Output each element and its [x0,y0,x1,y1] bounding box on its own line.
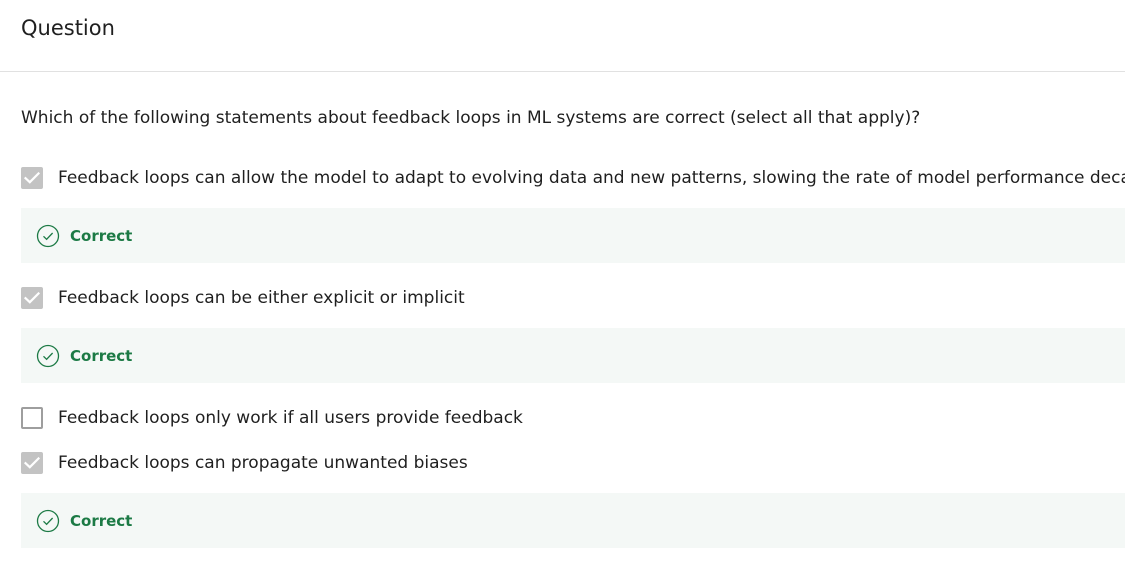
check-circle-icon [36,224,60,248]
check-icon [24,292,40,304]
option-3-label: Feedback loops only work if all users pr… [58,408,523,428]
option-2-label: Feedback loops can be either explicit or… [58,288,465,308]
feedback-option-1: Correct [21,208,1125,263]
feedback-text: Correct [70,226,133,245]
feedback-option-4: Correct [21,493,1125,548]
option-3[interactable]: Feedback loops only work if all users pr… [21,405,523,431]
feedback-text: Correct [70,346,133,365]
checkbox-option-2[interactable] [21,287,43,309]
page-title: Question [21,16,115,40]
feedback-option-2: Correct [21,328,1125,383]
check-icon [24,457,40,469]
checkbox-option-1[interactable] [21,167,43,189]
check-circle-icon [36,509,60,533]
option-1-label: Feedback loops can allow the model to ad… [58,168,1125,188]
option-4-label: Feedback loops can propagate unwanted bi… [58,453,468,473]
checkbox-option-4[interactable] [21,452,43,474]
question-header: Question [0,0,1125,72]
check-icon [24,172,40,184]
check-circle-icon [36,344,60,368]
option-4[interactable]: Feedback loops can propagate unwanted bi… [21,450,468,476]
option-2[interactable]: Feedback loops can be either explicit or… [21,285,465,311]
checkbox-option-3[interactable] [21,407,43,429]
question-prompt: Which of the following statements about … [21,108,921,128]
feedback-text: Correct [70,511,133,530]
option-1[interactable]: Feedback loops can allow the model to ad… [21,165,1125,191]
